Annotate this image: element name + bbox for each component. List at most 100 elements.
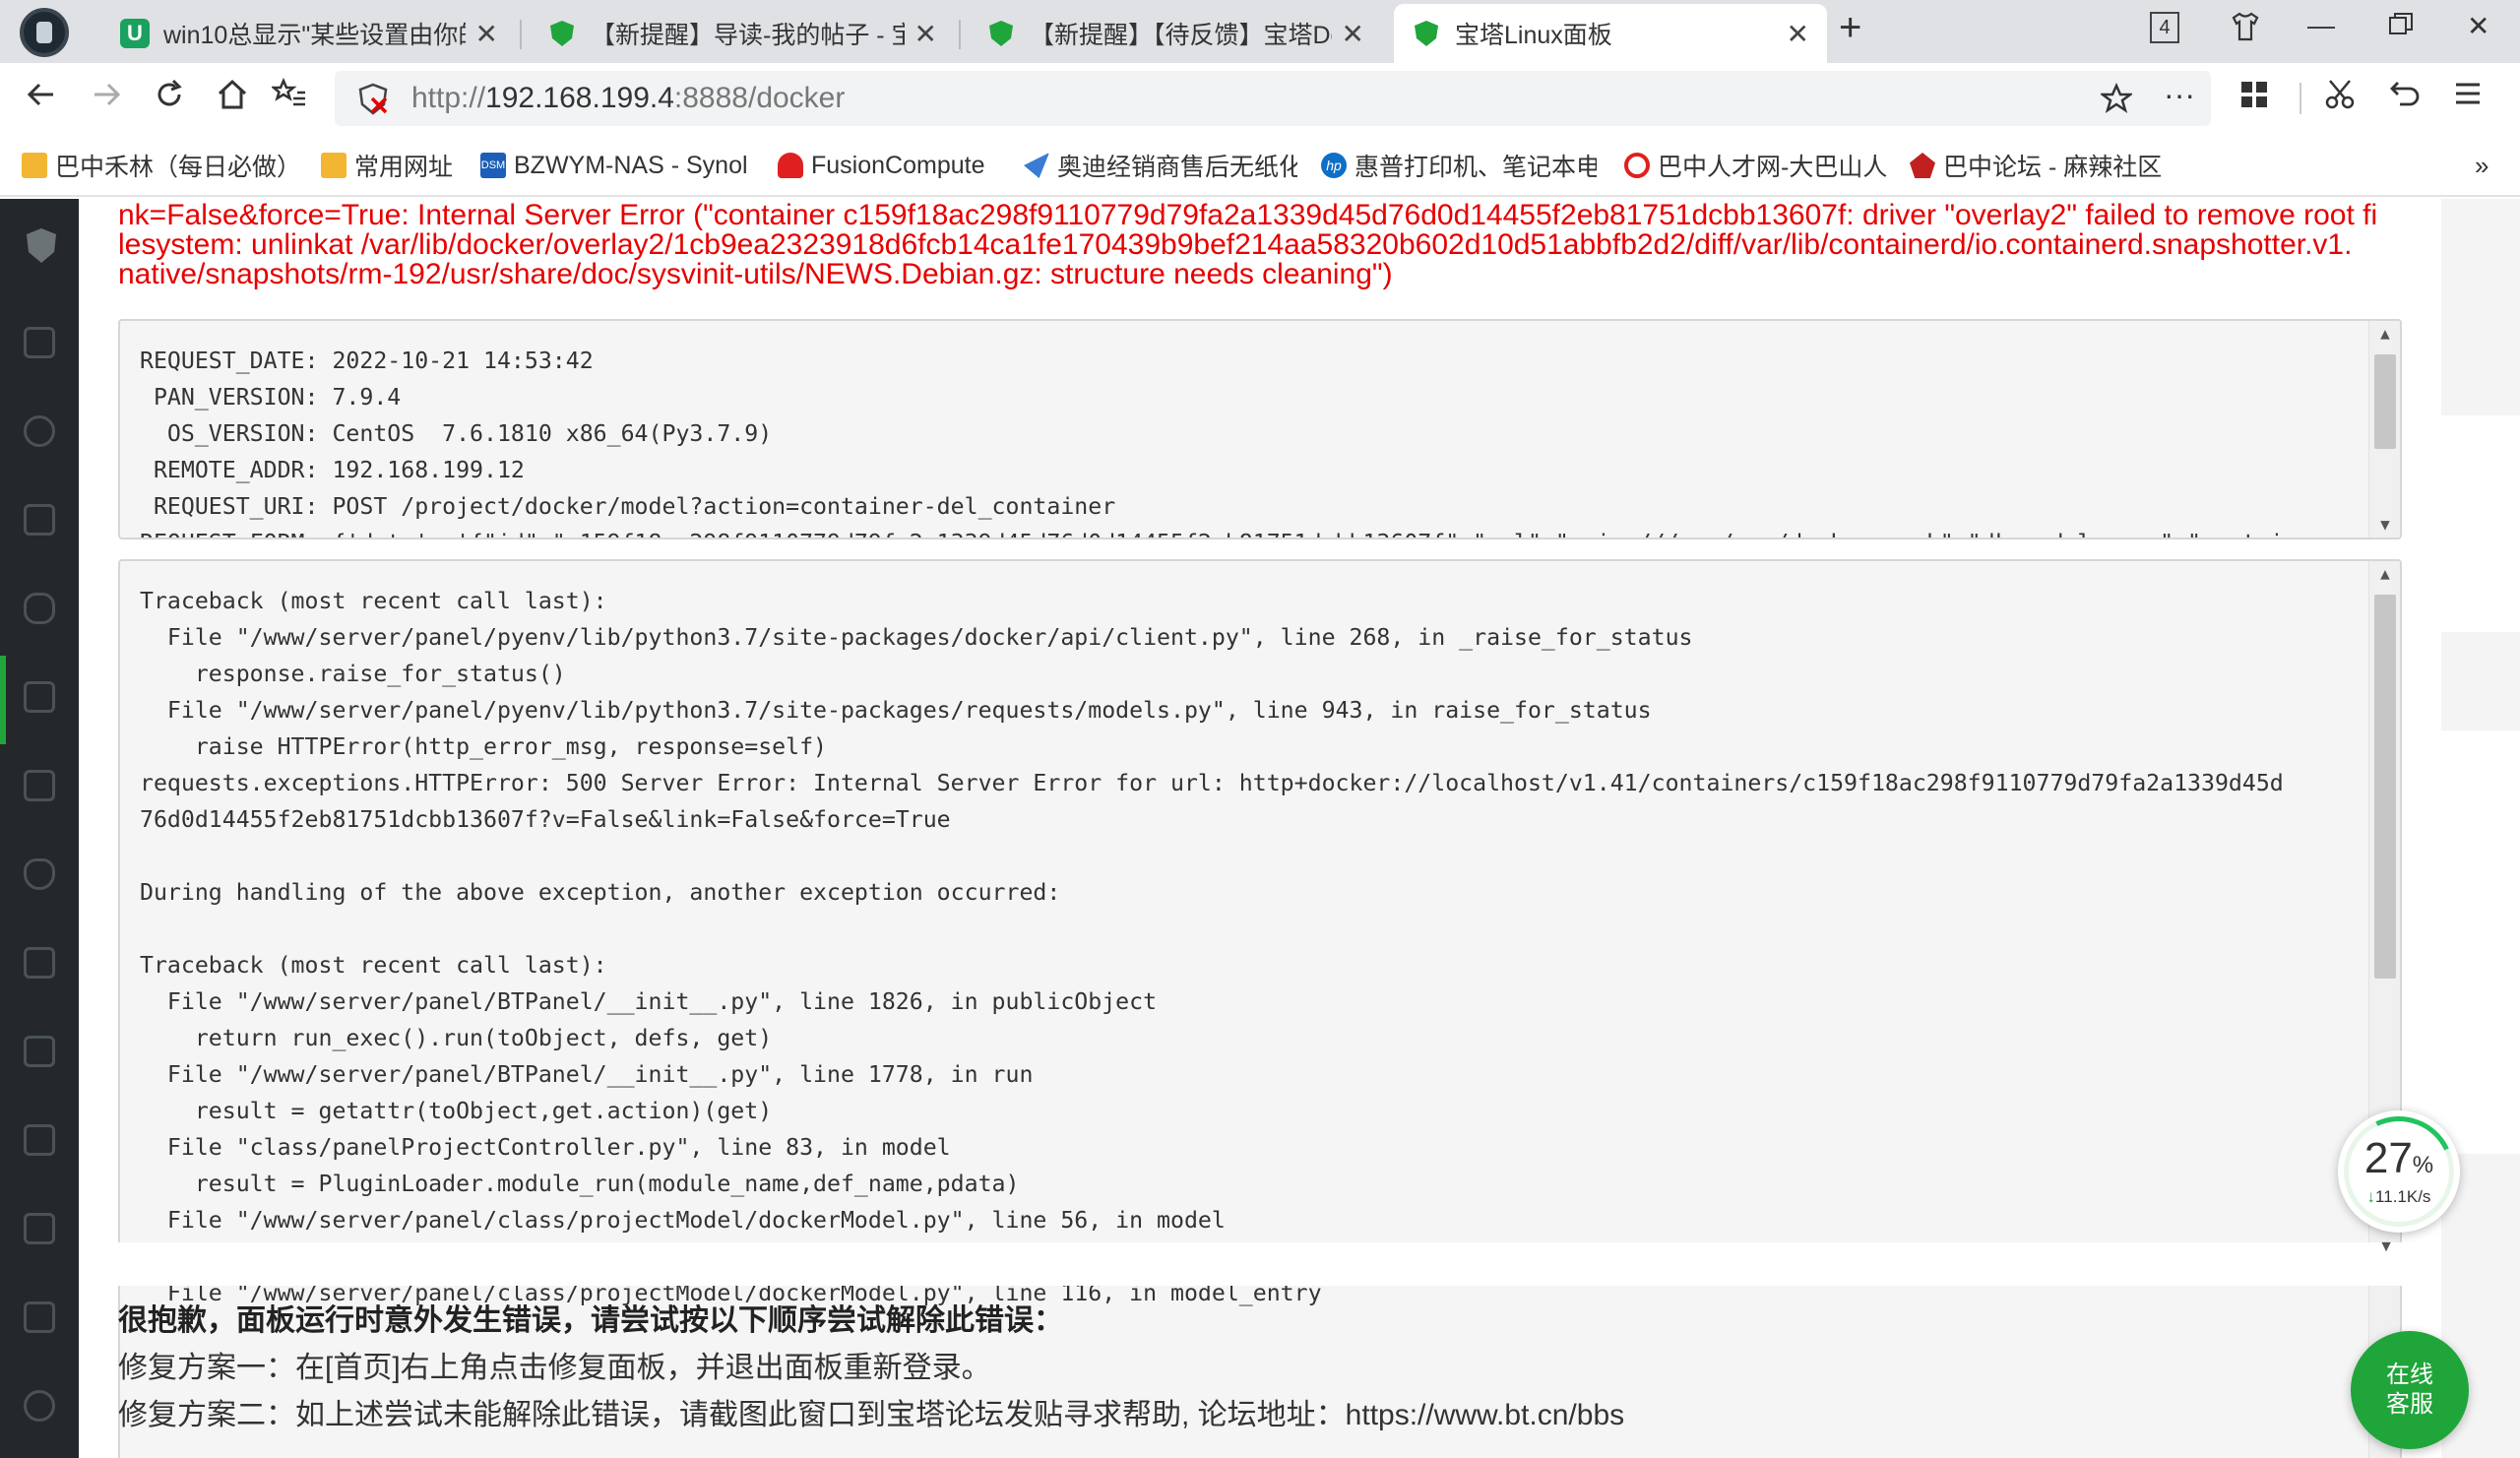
bookmark-talent[interactable]: 巴中人才网-大巴山人	[1624, 148, 1888, 183]
close-window-icon[interactable]: ✕	[2467, 10, 2489, 42]
tab-separator	[520, 20, 522, 49]
traceback-text: Traceback (most recent call last): File …	[140, 588, 2284, 1306]
fix-option-1: 修复方案一：在[首页]右上角点击修复面板，并退出面板重新登录。	[118, 1352, 991, 1384]
panel-sidebar	[0, 199, 79, 1458]
service-label: 在线	[2386, 1362, 2433, 1388]
new-tab-button[interactable]: +	[1839, 6, 1861, 50]
restore-icon[interactable]	[2386, 10, 2416, 46]
tab-bbs-feedback[interactable]: 【新提醒】【待反馈】宝塔Do ✕	[969, 4, 1382, 63]
error-line: lesystem: unlinkat /var/lib/docker/overl…	[118, 228, 2353, 261]
tab-separator	[959, 20, 961, 49]
bt-logo-icon[interactable]	[24, 226, 59, 271]
close-icon[interactable]: ✕	[475, 18, 498, 50]
network-speed-widget[interactable]: 27% ↓11.1K/s	[2328, 1101, 2470, 1242]
tab-bbs-posts[interactable]: 【新提醒】导读-我的帖子 - 宝 ✕	[530, 4, 955, 63]
notice-cover	[118, 1242, 2402, 1286]
menu-icon[interactable]	[2451, 77, 2485, 120]
traceback-scrollbar[interactable]: ▲	[2368, 561, 2400, 1458]
insecure-site-icon[interactable]	[356, 83, 390, 121]
scroll-thumb[interactable]	[2374, 595, 2396, 979]
error-headline: nk=False&force=True: Internal Server Err…	[118, 201, 2481, 289]
scroll-up-arrow-icon[interactable]: ▲	[2369, 323, 2400, 345]
bt-shield-icon	[547, 19, 577, 48]
bookmark-label: 巴中禾林（每日必做）	[55, 154, 302, 181]
bookmark-folder-common[interactable]: 常用网址	[321, 148, 469, 183]
back-arrow-icon[interactable]	[24, 77, 59, 122]
toolbar-divider	[2300, 83, 2301, 114]
more-options-icon[interactable]: ···	[2164, 77, 2195, 113]
error-line: nk=False&force=True: Internal Server Err…	[118, 199, 2378, 231]
bookmark-forum[interactable]: 巴中论坛 - 麻辣社区	[1910, 148, 2175, 183]
address-bar[interactable]: http://192.168.199.4:8888/docker ···	[335, 71, 2211, 126]
firewall-menu-icon[interactable]	[24, 947, 55, 979]
reload-icon[interactable]	[152, 77, 187, 122]
bookmark-audi[interactable]: 奥迪经销商售后无纸化	[1024, 148, 1297, 183]
bookmark-star-icon[interactable]	[2099, 82, 2134, 119]
hp-icon: hp	[1321, 153, 1347, 178]
bookmark-label: 奥迪经销商售后无纸化	[1057, 154, 1297, 181]
background-card	[2441, 415, 2520, 632]
bookmarks-bar: 巴中禾林（每日必做） 常用网址 DSM BZWYM-NAS - Synol Fu…	[0, 134, 2520, 197]
bookmark-label: 惠普打印机、笔记本电	[1354, 154, 1597, 181]
database-menu-icon[interactable]	[24, 593, 55, 624]
bt-shield-icon	[1412, 19, 1441, 48]
request-info-scrollbar[interactable]: ▲ ▼	[2368, 321, 2400, 538]
scissors-icon[interactable]	[2323, 77, 2357, 120]
close-icon[interactable]: ✕	[1342, 18, 1364, 50]
scroll-down-arrow-icon[interactable]: ▼	[2370, 1236, 2402, 1258]
tab-title: 宝塔Linux面板	[1455, 22, 1612, 49]
scroll-up-arrow-icon[interactable]: ▲	[2369, 563, 2400, 585]
navigation-bar: http://192.168.199.4:8888/docker ···	[0, 63, 2520, 134]
home-icon[interactable]	[215, 77, 250, 122]
monitor-menu-icon[interactable]	[24, 770, 55, 801]
service-label: 客服	[2386, 1391, 2433, 1418]
scroll-down-arrow-icon[interactable]: ▼	[2369, 514, 2400, 536]
ftp-menu-icon[interactable]	[24, 504, 55, 536]
tab-win10[interactable]: U win10总显示"某些设置由你的 ✕	[102, 4, 516, 63]
bookmark-label: 巴中人才网-大巴山人	[1658, 154, 1888, 181]
home-menu-icon[interactable]	[24, 327, 55, 358]
u-app-icon: U	[120, 19, 150, 48]
huawei-icon	[778, 153, 803, 178]
dsm-icon: DSM	[480, 153, 506, 178]
shirt-skin-icon[interactable]	[2229, 10, 2262, 50]
speed-percent: 27%	[2363, 1134, 2434, 1182]
apps-menu-icon[interactable]	[24, 1301, 55, 1333]
files-menu-icon[interactable]	[24, 1036, 55, 1067]
bookmark-hp[interactable]: hp 惠普打印机、笔记本电	[1321, 148, 1597, 183]
speed-rate: ↓11.1K/s	[2366, 1187, 2431, 1206]
favorites-list-icon[interactable]	[270, 77, 307, 122]
close-icon[interactable]: ✕	[1787, 18, 1809, 50]
apps-grid-icon[interactable]	[2238, 77, 2270, 120]
online-service-button[interactable]: 在线 客服	[2351, 1331, 2469, 1449]
bookmark-folder-bazhong[interactable]: 巴中禾林（每日必做）	[22, 148, 307, 183]
bookmark-label: FusionCompute	[811, 151, 985, 179]
terminal-menu-icon[interactable]	[24, 1124, 55, 1156]
tab-bt-panel[interactable]: 宝塔Linux面板 ✕	[1394, 4, 1827, 63]
tab-count-badge[interactable]: 4	[2150, 12, 2179, 43]
background-card	[2441, 730, 2520, 1154]
minimize-icon[interactable]: —	[2307, 10, 2335, 41]
tab-title: 【新提醒】【待反馈】宝塔Do	[1030, 22, 1332, 49]
bookmark-fusioncompute[interactable]: FusionCompute	[778, 148, 1004, 183]
error-notice-title: 很抱歉，面板运行时意外发生错误，请尝试按以下顺序尝试解除此错误：	[118, 1304, 1063, 1337]
bookmarks-more-button[interactable]: »	[2475, 148, 2488, 183]
active-menu-indicator	[0, 656, 6, 744]
url-text[interactable]: http://192.168.199.4:8888/docker	[411, 82, 845, 115]
fix-option-2: 修复方案二：如上述尝试未能解除此错误，请截图此窗口到宝塔论坛发贴寻求帮助, 论坛…	[118, 1399, 1625, 1431]
bookmark-label: BZWYM-NAS - Synol	[514, 151, 748, 179]
security-menu-icon[interactable]	[24, 858, 55, 890]
undo-icon[interactable]	[2388, 77, 2422, 120]
scroll-thumb[interactable]	[2374, 354, 2396, 449]
docker-menu-icon[interactable]	[24, 681, 55, 713]
request-info-text: REQUEST_DATE: 2022-10-21 14:53:42 PAN_VE…	[140, 348, 2284, 538]
folder-icon	[321, 153, 346, 178]
website-menu-icon[interactable]	[24, 415, 55, 447]
cron-menu-icon[interactable]	[24, 1213, 55, 1244]
request-info-box[interactable]: REQUEST_DATE: 2022-10-21 14:53:42 PAN_VE…	[118, 319, 2402, 539]
close-icon[interactable]: ✕	[914, 18, 937, 50]
browser-logo-icon[interactable]	[20, 8, 69, 57]
bookmark-nas[interactable]: DSM BZWYM-NAS - Synol	[480, 148, 752, 183]
settings-menu-icon[interactable]	[24, 1390, 55, 1422]
forward-arrow-icon[interactable]	[89, 77, 124, 122]
